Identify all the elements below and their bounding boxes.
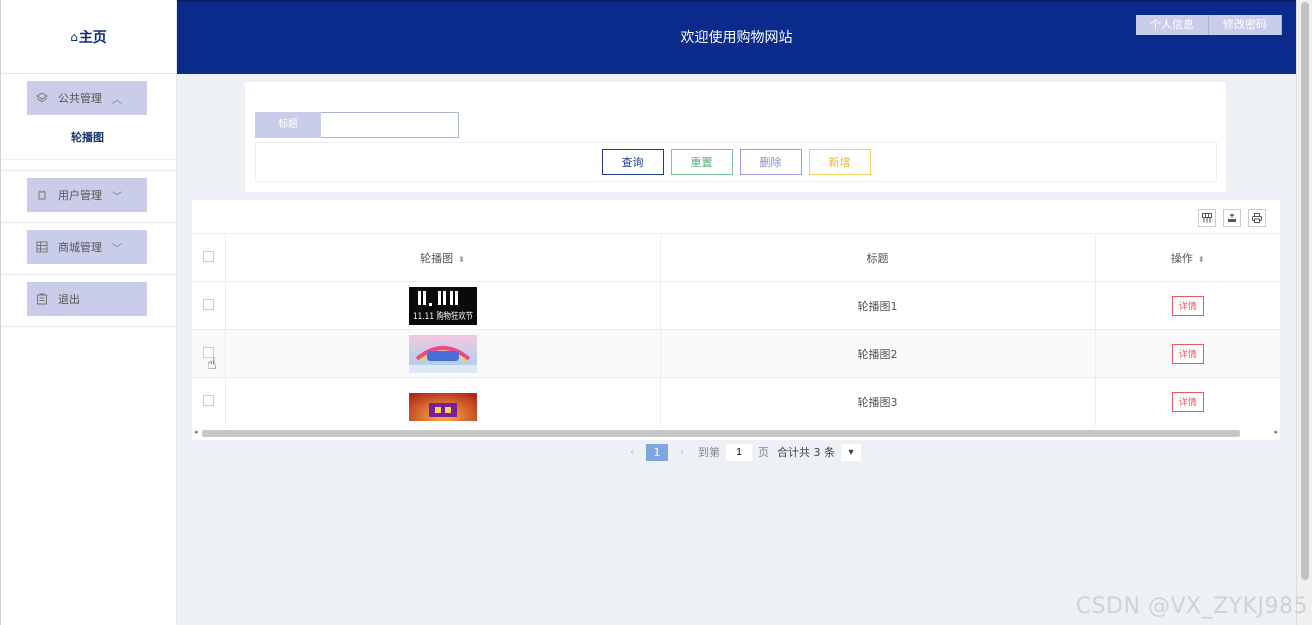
table-row: 11.11 购物狂欢节 轮播图1 详情	[192, 281, 1280, 330]
menu-user-management[interactable]: 用户管理 ﹀	[27, 178, 147, 212]
query-button[interactable]: 查询	[601, 149, 664, 175]
delete-button[interactable]: 删除	[739, 149, 802, 175]
exit-icon	[35, 292, 49, 306]
sort-icon[interactable]: ⬍	[1198, 255, 1205, 264]
scroll-left-icon[interactable]: ◂	[194, 428, 198, 436]
next-page-icon[interactable]: ›	[674, 447, 690, 458]
svg-text:11.11 购物狂欢节: 11.11 购物狂欢节	[413, 310, 473, 322]
change-password-button[interactable]: 修改密码	[1209, 15, 1282, 35]
page-suffix: 页	[758, 446, 769, 459]
detail-button[interactable]: 详情	[1171, 295, 1204, 316]
column-header-image[interactable]: 轮播图 ⬍	[224, 233, 660, 282]
menu-group-mall: 商城管理 ﹀	[1, 223, 176, 275]
carousel-image-2	[408, 334, 477, 373]
profile-button[interactable]: 个人信息	[1136, 15, 1209, 35]
row-select-cell	[192, 377, 225, 426]
add-button[interactable]: 新增	[808, 149, 871, 175]
sort-icon[interactable]: ⬍	[458, 255, 465, 264]
layers-icon	[35, 91, 49, 105]
menu-public-label: 公共管理	[58, 92, 102, 105]
menu-group-logout: 退出	[1, 275, 176, 327]
carousel-image-3	[408, 392, 477, 421]
export-icon[interactable]	[1223, 209, 1241, 227]
row-action-cell: 详情	[1094, 329, 1280, 378]
vertical-scroll-thumb[interactable]	[1301, 2, 1309, 580]
row-action-cell: 详情	[1094, 281, 1280, 330]
row-image-cell	[224, 377, 660, 426]
action-buttons: 查询 重置 删除 新增	[255, 142, 1217, 182]
column-header-action[interactable]: 操作 ⬍	[1094, 233, 1280, 282]
horizontal-scroll-thumb[interactable]	[202, 430, 1240, 437]
row-title-cell: 轮播图2	[659, 329, 1095, 378]
pagination: ‹ 1 › 到第 页 合计共 3 条 ▾	[624, 443, 861, 461]
main-content: 标题 查询 重置 删除 新增 轮播图 ⬍ 标题 操作 ⬍ 11.11 购物狂欢 …	[177, 74, 1296, 625]
submenu-public: 轮播图	[1, 115, 176, 160]
row-title-cell: 轮播图1	[659, 281, 1095, 330]
row-checkbox[interactable]	[202, 394, 214, 406]
goto-page-input[interactable]	[726, 443, 752, 461]
scroll-right-icon[interactable]: ▸	[1274, 428, 1278, 436]
table-row: 轮播图2 详情	[192, 329, 1280, 378]
menu-logout-label: 退出	[58, 293, 80, 306]
horizontal-scrollbar[interactable]: ◂ ▸	[192, 428, 1280, 438]
goto-label: 到第	[698, 446, 720, 459]
vertical-scrollbar[interactable]	[1296, 0, 1312, 625]
title-input[interactable]	[321, 112, 459, 138]
prev-page-icon[interactable]: ‹	[624, 447, 640, 458]
page-size-select[interactable]: ▾	[841, 443, 861, 461]
page-number-current[interactable]: 1	[646, 443, 668, 461]
chevron-up-icon: ︿	[112, 94, 122, 106]
column-image-label: 轮播图	[420, 251, 454, 265]
table-row: 轮播图3 详情	[192, 377, 1280, 426]
menu-public-management[interactable]: 公共管理 ︿	[27, 81, 147, 115]
reset-button[interactable]: 重置	[670, 149, 733, 175]
menu-logout[interactable]: 退出	[27, 282, 147, 316]
menu-mall-label: 商城管理	[58, 241, 102, 254]
chevron-down-icon: ▾	[848, 446, 854, 458]
hand-cursor-icon: ☝	[207, 354, 217, 373]
total-count: 合计共 3 条	[777, 446, 835, 459]
carousel-table: 轮播图 ⬍ 标题 操作 ⬍ 11.11 购物狂欢 轮播图1 详情 轮播图2 详情…	[192, 233, 1280, 426]
select-all-cell	[192, 233, 225, 282]
row-title-cell: 轮播图3	[659, 377, 1095, 426]
menu-group-user: 用户管理 ﹀	[1, 171, 176, 223]
row-action-cell: 详情	[1094, 377, 1280, 426]
home-label: 主页	[78, 29, 107, 46]
column-action-label: 操作	[1170, 251, 1193, 265]
home-link[interactable]: ⌂ 主页	[1, 0, 176, 74]
grid-icon	[35, 240, 49, 254]
carousel-image-1: 11.11 购物狂欢节	[408, 286, 477, 325]
row-checkbox[interactable]	[202, 298, 214, 310]
table-panel: 轮播图 ⬍ 标题 操作 ⬍ 11.11 购物狂欢 轮播图1 详情 轮播图2 详情…	[192, 200, 1280, 440]
sidebar: ⌂ 主页 公共管理 ︿ 轮播图 用户管理 ﹀ 商城管理 ﹀ 退出	[0, 0, 177, 625]
home-icon: ⌂	[70, 29, 78, 44]
title-search-field: 标题	[255, 112, 459, 138]
title-field-label: 标题	[255, 112, 321, 138]
row-image-cell: 11.11 购物狂欢节	[224, 281, 660, 330]
chevron-down-icon: ﹀	[112, 243, 122, 255]
row-select-cell	[192, 281, 225, 330]
menu-mall-management[interactable]: 商城管理 ﹀	[27, 230, 147, 264]
menu-group-public: 公共管理 ︿ 轮播图	[1, 74, 176, 171]
column-title-label: 标题	[866, 251, 889, 265]
detail-button[interactable]: 详情	[1171, 391, 1204, 412]
column-header-title: 标题	[659, 233, 1095, 282]
print-icon[interactable]	[1248, 209, 1266, 227]
top-header: 欢迎使用购物网站 个人信息 修改密码	[177, 0, 1296, 74]
chevron-down-icon: ﹀	[112, 191, 122, 203]
table-toolbar	[1198, 209, 1266, 227]
table-header-row: 轮播图 ⬍ 标题 操作 ⬍	[192, 233, 1280, 282]
user-icon	[35, 188, 49, 202]
watermark: CSDN @VX_ZYKJ985	[1075, 594, 1308, 619]
submenu-item-carousel[interactable]: 轮播图	[27, 115, 176, 151]
row-image-cell	[224, 329, 660, 378]
page-title: 欢迎使用购物网站	[680, 30, 793, 46]
search-panel: 标题 查询 重置 删除 新增	[245, 82, 1226, 192]
select-all-checkbox[interactable]	[202, 250, 214, 262]
detail-button[interactable]: 详情	[1171, 343, 1204, 364]
header-actions: 个人信息 修改密码	[1136, 15, 1282, 35]
menu-user-label: 用户管理	[58, 189, 102, 202]
columns-icon[interactable]	[1198, 209, 1216, 227]
